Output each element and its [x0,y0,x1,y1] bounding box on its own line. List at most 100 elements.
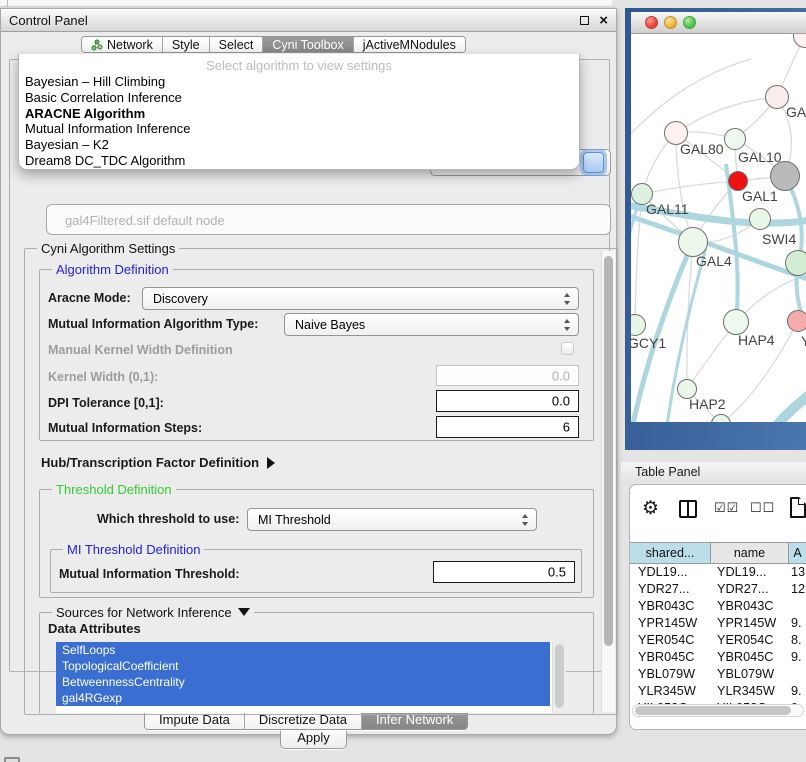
group-title: Cyni Algorithm Settings [37,241,179,256]
data-attributes-list[interactable]: SelfLoopsTopologicalCoefficientBetweenne… [56,642,566,713]
algorithm-option-basic-correlation-inference[interactable]: Basic Correlation Inference [23,90,575,106]
tab-jactivemnodules[interactable]: jActiveMNodules [354,37,465,52]
network-node[interactable] [770,161,800,191]
window-restore-icon[interactable] [4,757,20,762]
desktop: Control Panel × NetworkStyleSelectCyni T… [0,0,806,762]
table-cell: YBL079W [630,666,711,683]
algorithm-option-bayesian-k2[interactable]: Bayesian – K2 [23,137,575,153]
table-row[interactable]: YBL079WYBL079W [630,666,806,683]
table-row[interactable]: YDL19...YDL19...13 [630,564,806,581]
table-cell: YLR345W [630,683,711,700]
close-icon[interactable]: × [599,11,608,30]
deselect-all-checkboxes-icon[interactable]: ☐☐ [750,500,775,516]
algorithm-option-mutual-information-inference[interactable]: Mutual Information Inference [23,121,575,137]
network-view-window: GALGAL80GAL10GAL1GAL11SWI4GAL4GCY1HAP4YH… [625,8,806,450]
control-panel-tabs: NetworkStyleSelectCyni ToolboxjActiveMNo… [81,36,466,53]
spinner-icon [563,293,571,305]
minimize-traffic-light-icon[interactable] [664,16,677,29]
table-row[interactable]: YBR045CYBR045C9. [630,649,806,666]
attribute-item-selfloops[interactable]: SelfLoops [56,642,550,658]
combobox-focus-button[interactable] [583,152,604,173]
aracne-mode-combobox[interactable]: Discovery [142,287,579,310]
column-layout-icon[interactable] [679,500,697,518]
dpi-tolerance-value: 0.0 [552,394,570,409]
network-node-swi4[interactable] [749,208,771,230]
table-cell: 9. [789,615,806,632]
manual-kernel-checkbox[interactable] [561,342,574,355]
attribute-item-gal4rgexp[interactable]: gal4RGexp [56,690,550,706]
kernel-width-label: Kernel Width (0,1): [48,370,158,384]
algorithm-option-dream8-dc-tdc-algorithm[interactable]: Dream8 DC_TDC Algorithm [23,153,575,169]
tab-cyni-toolbox[interactable]: Cyni Toolbox [263,37,353,52]
spinner-icon [521,514,529,526]
table-row[interactable]: YDR27...YDR27...12 [630,581,806,598]
mi-threshold-value: 0.5 [548,565,566,580]
algorithm-option-bayesian-hill-climbing[interactable]: Bayesian – Hill Climbing [23,74,575,90]
table-panel-title: Table Panel [635,465,700,479]
network-canvas[interactable]: GALGAL80GAL10GAL1GAL11SWI4GAL4GCY1HAP4YH… [631,34,806,422]
dpi-tolerance-input[interactable]: 0.0 [436,390,579,412]
column-header-0[interactable]: shared... [630,543,711,563]
mi-steps-input[interactable]: 6 [436,416,579,438]
table-cell: 13 [789,564,806,581]
close-traffic-light-icon[interactable] [645,16,658,29]
table-toolbar: ⚙ ☑☑ ☐☐ [630,491,806,535]
table-hscrollbar[interactable] [632,704,804,717]
dropdown-items: Bayesian – Hill ClimbingBasic Correlatio… [23,74,575,169]
kernel-width-input[interactable]: 0.0 [436,365,579,386]
table-cell: YBL079W [711,666,789,683]
which-threshold-combobox[interactable]: MI Threshold [247,508,537,531]
table-row[interactable]: YPR145WYPR145W9. [630,615,806,632]
aracne-mode-value: Discovery [153,292,208,306]
column-header-1[interactable]: name [711,543,789,563]
export-table-icon[interactable] [790,497,806,518]
table-cell: YPR145W [711,615,789,632]
mi-threshold-input[interactable]: 0.5 [433,561,575,583]
table-cell: YBR043C [630,598,711,615]
attribute-item-betweennesscentrality[interactable]: BetweennessCentrality [56,674,550,690]
network-window-titlebar[interactable] [631,12,806,34]
table-body: YDL19...YDL19...13YDR27...YDR27...12YBR0… [630,564,806,714]
table-row[interactable]: YBR043CYBR043C [630,598,806,615]
table-cell: YER054C [630,632,711,649]
mi-steps-value: 6 [563,420,570,435]
network-node-y[interactable] [787,310,806,332]
manual-kernel-label: Manual Kernel Width Definition [48,343,233,357]
table-cell: YBR043C [711,598,789,615]
sources-group: Sources for Network Inference Data Attri… [39,612,594,714]
network-node[interactable] [785,250,806,276]
spinner-icon [563,319,571,331]
zoom-traffic-light-icon[interactable] [683,16,696,29]
algorithm-dropdown-popup: Select algorithm to view settings Bayesi… [18,54,580,170]
attributes-scrollbar[interactable] [552,642,566,713]
hub-definition-expander[interactable]: Hub/Transcription Factor Definition [41,455,275,470]
threshold-definition-group: Threshold Definition Which threshold to … [39,489,594,598]
float-window-icon[interactable] [580,16,589,25]
mi-type-combobox[interactable]: Naive Bayes [284,313,579,336]
table-cell: 9. [789,649,806,666]
tab-style[interactable]: Style [163,37,210,52]
table-cell: YDL19... [630,564,711,581]
control-panel-titlebar: Control Panel × [1,9,616,32]
table-row[interactable]: YER054CYER054C8. [630,632,806,649]
table-cell [789,598,806,615]
dpi-tolerance-label: DPI Tolerance [0,1]: [48,396,164,410]
column-header-2[interactable]: A [789,543,806,563]
table-row[interactable]: YLR345WYLR345W9. [630,683,806,700]
aracne-mode-label: Aracne Mode: [48,291,131,305]
network-table-combobox[interactable]: gal4Filtered.sif default node [46,204,611,235]
network-node-gal10[interactable] [724,128,746,150]
tab-select[interactable]: Select [210,37,264,52]
collapse-down-icon [238,608,250,616]
tab-network[interactable]: Network [82,37,163,52]
sources-title[interactable]: Sources for Network Inference [52,605,254,620]
algorithm-option-aracne-algorithm[interactable]: ARACNE Algorithm [23,106,575,122]
table-cell: 12 [789,581,806,598]
expand-right-icon [267,457,275,469]
attribute-item-topologicalcoefficient[interactable]: TopologicalCoefficient [56,658,550,674]
gear-icon[interactable]: ⚙ [642,497,659,520]
node-label: SWI4 [762,231,796,247]
settings-scrollbar[interactable] [601,251,615,712]
select-all-checkboxes-icon[interactable]: ☑☑ [714,500,739,516]
node-label: Y [801,333,806,349]
